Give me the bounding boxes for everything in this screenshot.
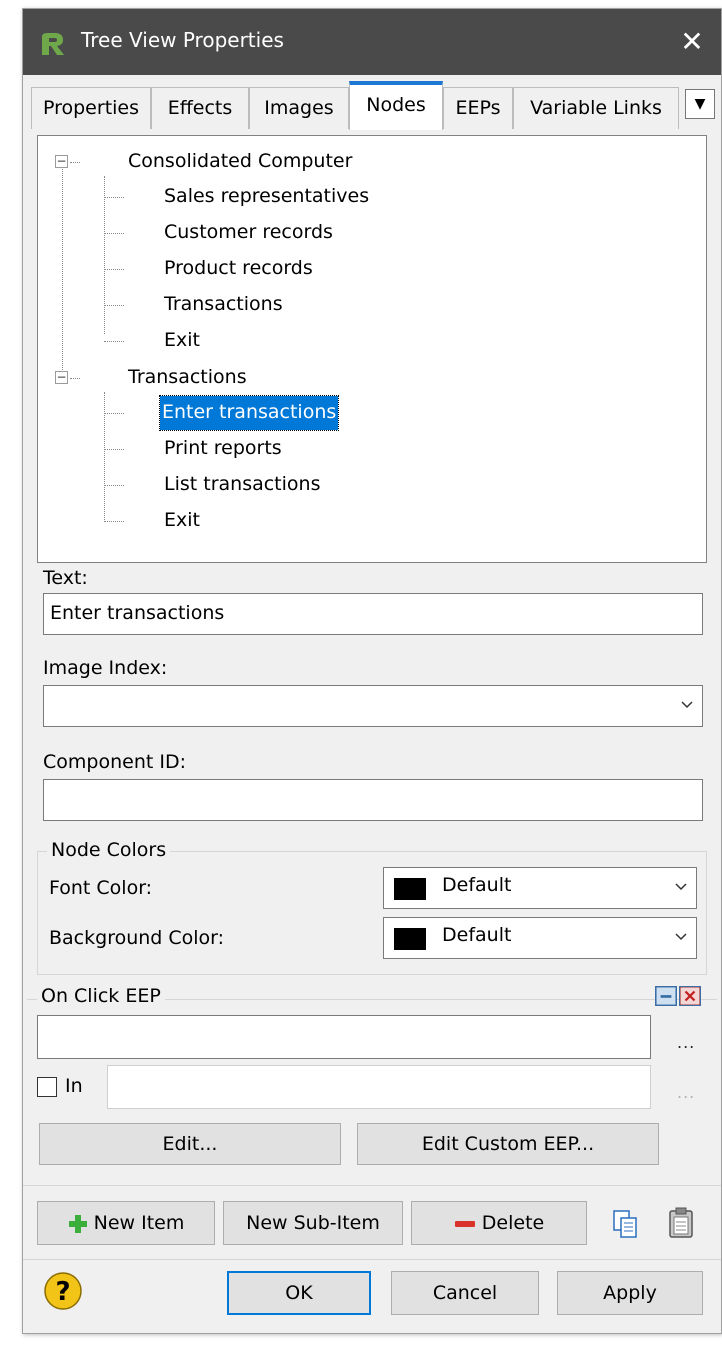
- tree-connector: [104, 449, 124, 450]
- component-id-field[interactable]: [43, 779, 703, 821]
- tree-node[interactable]: List transactions: [162, 468, 322, 502]
- tree-node[interactable]: Exit: [162, 504, 202, 538]
- in-field[interactable]: [107, 1065, 651, 1109]
- tree-node[interactable]: Customer records: [162, 216, 335, 250]
- tree-node-root[interactable]: Consolidated Computer: [126, 145, 354, 179]
- cancel-button[interactable]: Cancel: [391, 1271, 539, 1315]
- app-logo-icon: [39, 31, 67, 57]
- chevron-down-icon[interactable]: [674, 880, 688, 894]
- chevron-down-icon[interactable]: [680, 698, 694, 712]
- tree-connector: [104, 197, 124, 198]
- node-tree[interactable]: − Consolidated Computer Sales representa…: [37, 135, 707, 563]
- tree-connector: [104, 392, 105, 520]
- color-swatch: [394, 928, 426, 950]
- tab-nodes[interactable]: Nodes: [349, 81, 443, 130]
- tree-connector: [70, 378, 80, 379]
- tree-connector: [62, 162, 63, 372]
- chevron-down-icon[interactable]: [674, 930, 688, 944]
- help-glyph: ?: [55, 1277, 70, 1307]
- image-index-combo[interactable]: [43, 685, 703, 727]
- component-id-label: Component ID:: [43, 751, 186, 773]
- node-colors-title: Node Colors: [47, 839, 171, 861]
- tree-connector: [104, 521, 124, 522]
- on-click-eep-title: On Click EEP: [37, 985, 165, 1007]
- help-icon[interactable]: ?: [43, 1271, 83, 1311]
- tree-connector: [104, 269, 124, 270]
- on-click-eep-field[interactable]: [37, 1015, 651, 1059]
- background-color-label: Background Color:: [49, 927, 225, 949]
- close-icon[interactable]: ✕: [663, 9, 721, 75]
- tree-connector: [104, 485, 124, 486]
- tree-node[interactable]: Print reports: [162, 432, 284, 466]
- plus-icon: [68, 1214, 87, 1233]
- tree-node-selected[interactable]: Enter transactions: [158, 395, 340, 431]
- tree-view-properties-dialog: Tree View Properties ✕ Properties Effect…: [22, 8, 722, 1334]
- font-color-combo[interactable]: Default: [383, 867, 697, 909]
- new-sub-item-button[interactable]: New Sub-Item: [223, 1201, 403, 1245]
- tab-variable-links[interactable]: Variable Links: [513, 87, 679, 129]
- font-color-label: Font Color:: [49, 877, 153, 899]
- tree-node-root[interactable]: Transactions: [126, 361, 249, 395]
- tab-properties[interactable]: Properties: [31, 87, 151, 129]
- new-item-button[interactable]: New Item: [37, 1201, 215, 1245]
- minus-icon: [454, 1220, 475, 1227]
- image-index-label: Image Index:: [43, 657, 168, 679]
- minimize-icon[interactable]: [655, 986, 677, 1006]
- tree-connector: [104, 233, 124, 234]
- edit-custom-eep-button[interactable]: Edit Custom EEP...: [357, 1123, 659, 1165]
- in-checkbox[interactable]: [37, 1077, 57, 1097]
- delete-label: Delete: [481, 1212, 545, 1234]
- window-title: Tree View Properties: [81, 28, 284, 52]
- tree-node[interactable]: Transactions: [162, 288, 285, 322]
- tab-effects[interactable]: Effects: [151, 87, 249, 129]
- background-color-value: Default: [442, 924, 512, 946]
- tree-connector: [70, 162, 80, 163]
- font-color-value: Default: [442, 874, 512, 896]
- tab-images[interactable]: Images: [249, 87, 349, 129]
- tab-eeps[interactable]: EEPs: [443, 87, 513, 129]
- tree-node[interactable]: Exit: [162, 324, 202, 358]
- separator: [23, 1259, 721, 1260]
- text-label: Text:: [43, 567, 88, 589]
- in-label: In: [65, 1075, 83, 1097]
- tab-strip: Properties Effects Images Nodes EEPs Var…: [31, 77, 721, 130]
- title-bar[interactable]: Tree View Properties ✕: [23, 9, 721, 75]
- tree-connector: [104, 176, 105, 334]
- nodes-tab-page: − Consolidated Computer Sales representa…: [31, 129, 715, 1029]
- tree-node[interactable]: Product records: [162, 252, 315, 286]
- collapse-icon[interactable]: −: [55, 155, 68, 168]
- ok-button[interactable]: OK: [227, 1271, 371, 1315]
- tree-node[interactable]: Sales representatives: [162, 180, 371, 214]
- collapse-icon[interactable]: −: [55, 371, 68, 384]
- background-color-combo[interactable]: Default: [383, 917, 697, 959]
- paste-icon[interactable]: [667, 1207, 695, 1239]
- in-browse-button[interactable]: ...: [677, 1083, 695, 1102]
- delete-button[interactable]: Delete: [411, 1201, 587, 1245]
- eep-browse-button[interactable]: ...: [677, 1033, 695, 1052]
- color-swatch: [394, 878, 426, 900]
- copy-icon[interactable]: [611, 1209, 639, 1239]
- tab-scroll-down-icon[interactable]: ▼: [685, 89, 715, 119]
- separator: [23, 1185, 721, 1186]
- edit-button[interactable]: Edit...: [39, 1123, 341, 1165]
- new-item-label: New Item: [93, 1212, 185, 1234]
- text-field[interactable]: Enter transactions: [43, 593, 703, 635]
- remove-icon[interactable]: [679, 986, 701, 1006]
- tree-connector: [104, 305, 124, 306]
- tree-connector: [104, 413, 124, 414]
- tree-connector: [104, 341, 124, 342]
- apply-button[interactable]: Apply: [557, 1271, 703, 1315]
